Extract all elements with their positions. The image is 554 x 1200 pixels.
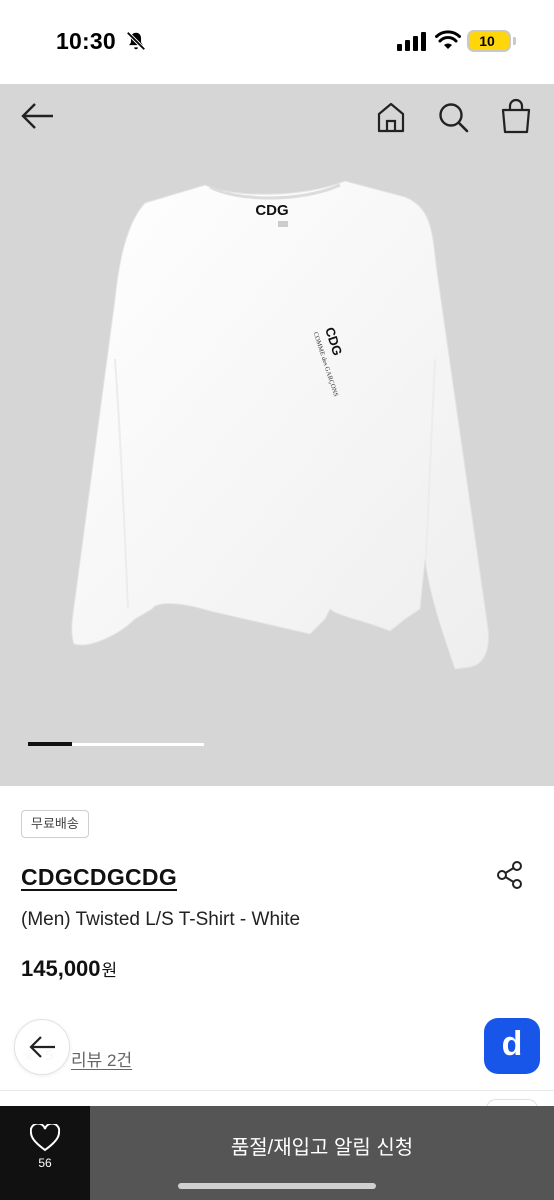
signal-icon: [397, 32, 426, 51]
wifi-icon: [435, 30, 461, 49]
product-image-gallery[interactable]: CDG CDG COMME des GARÇONS: [0, 84, 554, 786]
carousel-indicator-active: [28, 742, 72, 746]
status-time: 10:30: [56, 28, 116, 54]
free-shipping-badge: 무료배송: [21, 810, 89, 838]
collar-logo-text: CDG: [255, 202, 288, 219]
like-button[interactable]: 56: [0, 1106, 90, 1200]
shopping-bag-icon[interactable]: [498, 98, 534, 134]
floating-back-button[interactable]: [14, 1019, 70, 1075]
back-arrow-icon: [29, 1036, 55, 1058]
battery-level: 10: [479, 33, 495, 49]
battery-cap: [513, 37, 516, 45]
review-link[interactable]: 리뷰 2건: [71, 1046, 132, 1071]
app-icon-letter: d: [501, 1025, 523, 1063]
product-name: (Men) Twisted L/S T-Shirt - White: [21, 909, 301, 930]
heart-icon: [30, 1124, 60, 1152]
brand-name[interactable]: CDGCDGCDG: [21, 864, 177, 891]
restock-alert-label: 품절/재입고 알림 신청: [230, 1137, 414, 1159]
app-shortcut-button[interactable]: d: [484, 1018, 540, 1074]
price-unit: 원: [101, 961, 118, 980]
divider: [0, 1090, 554, 1091]
product-price: 145,000원: [21, 956, 117, 982]
battery-icon: 10: [467, 30, 511, 52]
product-photo: CDG CDG COMME des GARÇONS: [71, 180, 489, 670]
share-icon[interactable]: [496, 860, 524, 890]
home-icon[interactable]: [374, 100, 408, 134]
carousel-indicator: [28, 742, 204, 746]
bell-off-icon: [126, 31, 146, 51]
like-count: 56: [38, 1156, 52, 1170]
price-value: 145,000: [21, 956, 101, 981]
home-indicator: [178, 1183, 376, 1189]
back-arrow-icon[interactable]: [20, 100, 56, 132]
product-info: 무료배송 CDGCDGCDG (Men) Twisted L/S T-Shirt…: [0, 786, 554, 1106]
search-icon[interactable]: [436, 100, 470, 134]
status-bar: 10:30 10: [0, 0, 554, 84]
